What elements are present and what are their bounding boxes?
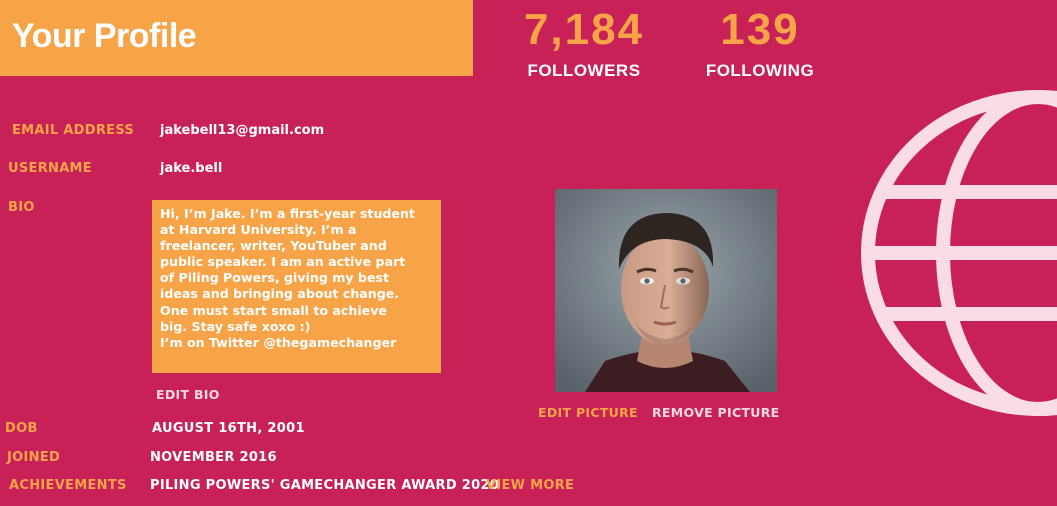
achievements-value: PILING POWERS' GAMECHANGER AWARD 2020: [150, 478, 500, 493]
edit-picture-button[interactable]: EDIT PICTURE: [538, 405, 638, 420]
followers-stat[interactable]: 7,184 FOLLOWERS: [510, 8, 658, 81]
username-label: USERNAME: [8, 161, 92, 176]
email-value: jakebell13@gmail.com: [160, 123, 325, 138]
profile-picture: [555, 189, 777, 392]
view-more-link[interactable]: VIEW MORE: [486, 478, 574, 493]
header-banner: Your Profile: [0, 0, 473, 76]
edit-bio-button[interactable]: EDIT BIO: [156, 387, 220, 402]
dob-value: AUGUST 16TH, 2001: [152, 421, 305, 436]
achievements-label: ACHIEVEMENTS: [9, 478, 127, 493]
page-title: Your Profile: [12, 17, 197, 55]
avatar: [555, 189, 777, 392]
followers-count: 7,184: [523, 5, 645, 54]
following-stat[interactable]: 139 FOLLOWING: [698, 8, 822, 81]
bio-text: Hi, I’m Jake. I’m a first-year student a…: [152, 200, 441, 373]
following-count: 139: [720, 5, 800, 54]
dob-label: DOB: [5, 421, 38, 436]
bio-label: BIO: [8, 200, 35, 215]
following-label: FOLLOWING: [705, 61, 815, 80]
joined-value: NOVEMBER 2016: [150, 450, 277, 465]
remove-picture-button[interactable]: REMOVE PICTURE: [652, 405, 780, 420]
email-label: EMAIL ADDRESS: [12, 123, 135, 138]
username-value: jake.bell: [160, 161, 223, 176]
followers-label: FOLLOWERS: [527, 61, 641, 80]
joined-label: JOINED: [7, 450, 61, 465]
globe-icon: [861, 90, 1057, 416]
